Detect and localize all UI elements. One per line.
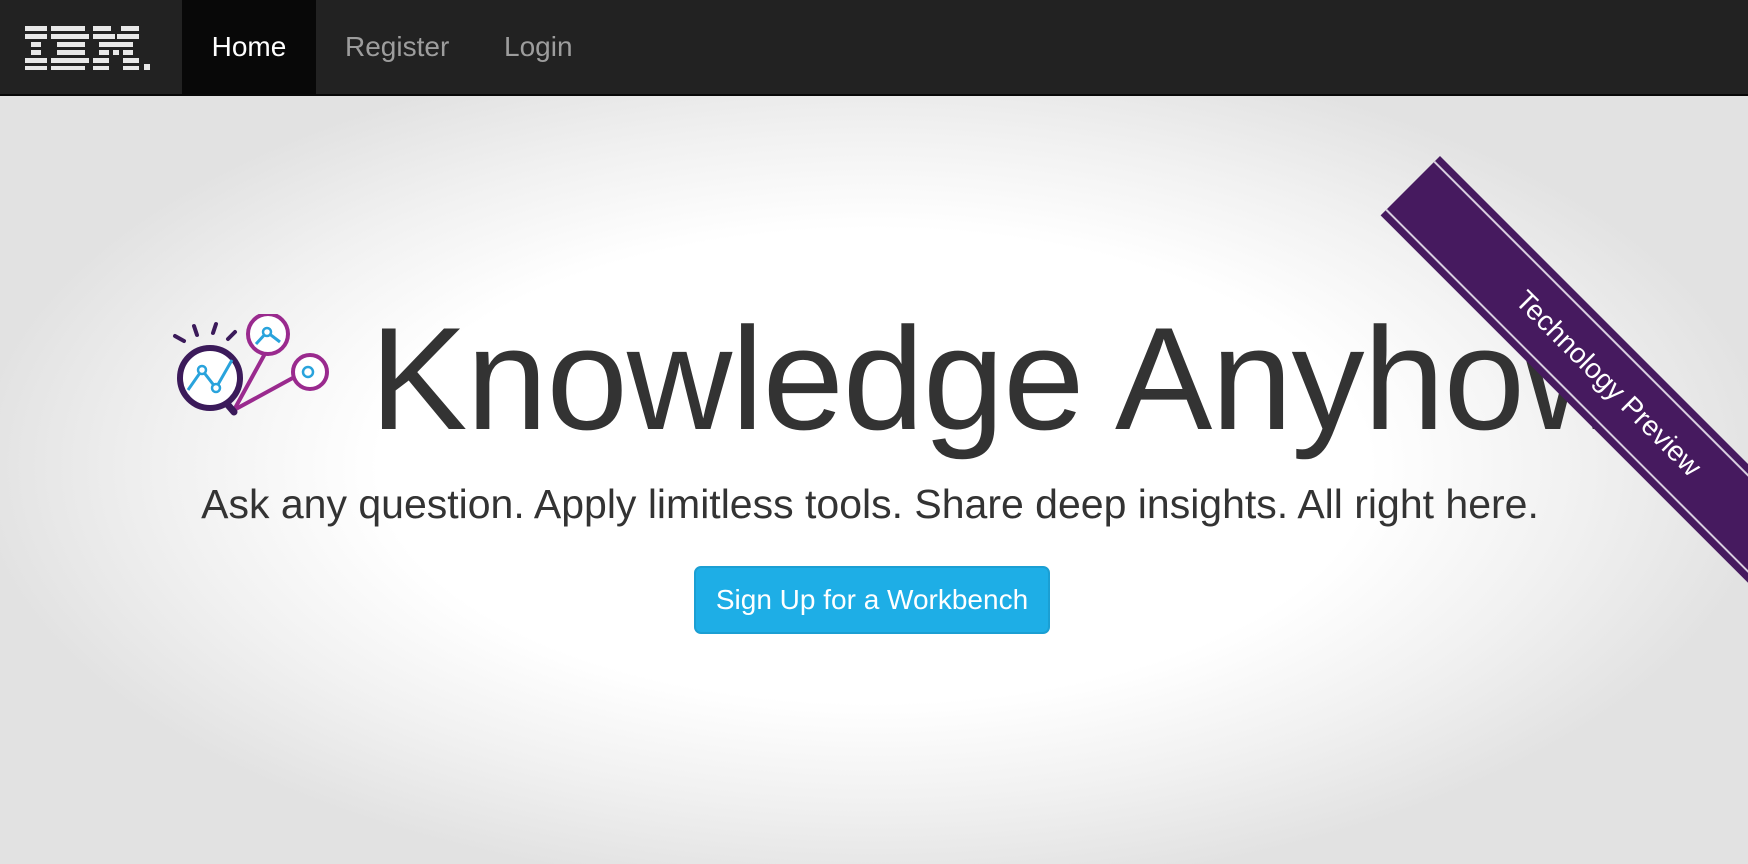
ibm-letter-b	[51, 26, 89, 70]
hero-subtitle: Ask any question. Apply limitless tools.…	[201, 481, 1539, 527]
page: Home Register Login Technology Preview K…	[0, 0, 1748, 864]
ibm-logo[interactable]	[25, 24, 153, 72]
hero-jumbotron: Technology Preview Knowledge Anyhow Ask …	[0, 96, 1748, 864]
nav-home[interactable]: Home	[182, 0, 316, 94]
nav-register[interactable]: Register	[315, 0, 479, 94]
ibm-dot	[144, 64, 150, 70]
top-navbar: Home Register Login	[0, 0, 1748, 96]
magnifier-insight-icon	[173, 314, 329, 416]
ibm-letter-i	[25, 26, 47, 70]
nav-login[interactable]: Login	[474, 0, 603, 94]
page-title: Knowledge Anyhow	[370, 297, 1629, 460]
sign-up-workbench-button[interactable]: Sign Up for a Workbench	[694, 566, 1050, 634]
ibm-letter-m	[93, 26, 139, 70]
